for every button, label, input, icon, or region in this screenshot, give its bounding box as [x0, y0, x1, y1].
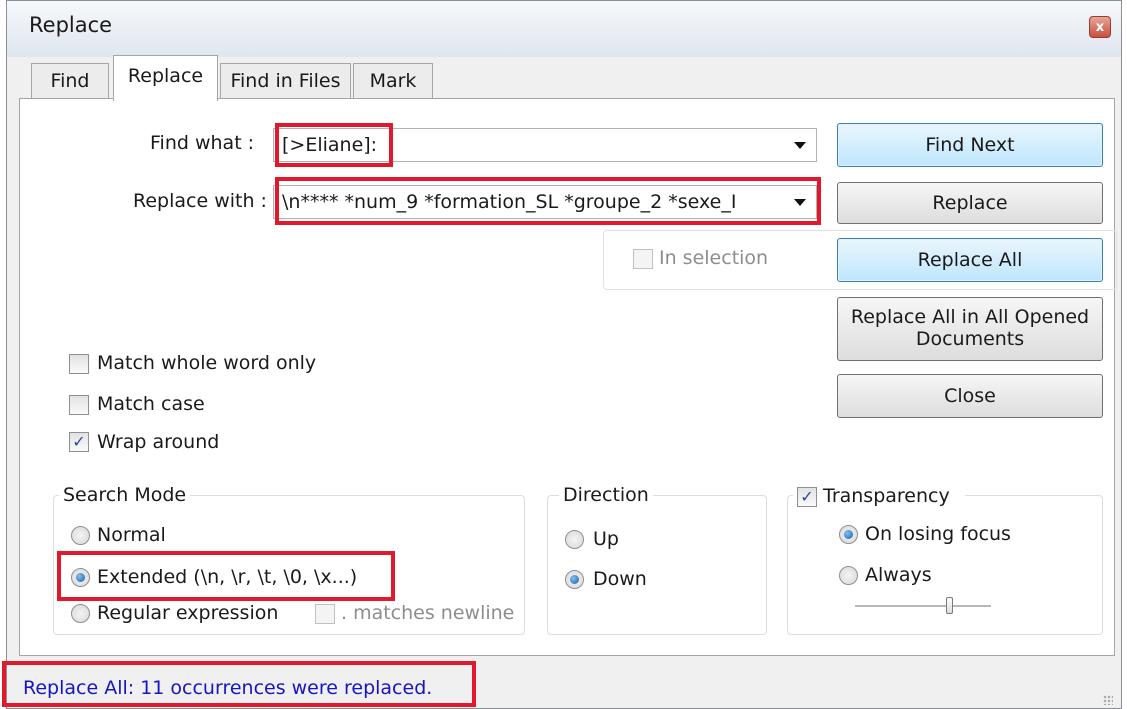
replace-all-opened-button[interactable]: Replace All in All Opened Documents: [837, 297, 1103, 361]
wrap-around-checkbox[interactable]: ✓: [69, 432, 89, 452]
direction-title: Direction: [559, 484, 653, 506]
on-losing-focus-label: On losing focus: [865, 523, 1011, 545]
wrap-around-label: Wrap around: [97, 431, 220, 453]
replace-dialog: Replace x Find Replace Find in Files Mar…: [6, 0, 1122, 709]
highlight-find-what: [275, 123, 393, 167]
match-whole-word-checkbox[interactable]: [69, 354, 89, 374]
replace-all-button[interactable]: Replace All: [837, 238, 1103, 282]
always-label: Always: [865, 564, 932, 586]
in-selection-checkbox[interactable]: [633, 249, 653, 269]
chevron-down-icon[interactable]: [794, 142, 806, 149]
replace-with-label: Replace with :: [133, 190, 267, 212]
close-button[interactable]: Close: [837, 374, 1103, 418]
find-next-button[interactable]: Find Next: [837, 123, 1103, 167]
direction-group: [547, 495, 767, 635]
direction-down-label: Down: [593, 568, 647, 590]
tab-mark[interactable]: Mark: [353, 63, 433, 99]
replace-button[interactable]: Replace: [837, 182, 1103, 224]
highlight-extended-mode: [57, 551, 395, 601]
tab-find[interactable]: Find: [31, 63, 109, 99]
direction-up-label: Up: [593, 528, 619, 550]
find-what-label: Find what :: [150, 132, 255, 154]
on-losing-focus-radio[interactable]: [839, 525, 858, 544]
title-bar[interactable]: Replace x: [7, 1, 1121, 57]
transparency-slider-thumb[interactable]: [946, 597, 953, 614]
matches-newline-label: . matches newline: [341, 602, 515, 624]
resize-grip-icon[interactable]: [1103, 695, 1113, 705]
normal-label: Normal: [97, 524, 166, 546]
regex-radio[interactable]: [71, 604, 90, 623]
search-mode-title: Search Mode: [59, 484, 191, 506]
close-icon[interactable]: x: [1089, 16, 1111, 38]
matches-newline-checkbox[interactable]: [315, 604, 335, 624]
transparency-checkbox[interactable]: ✓: [797, 487, 817, 507]
match-case-label: Match case: [97, 393, 205, 415]
highlight-status-message: [2, 661, 476, 707]
transparency-group: [787, 495, 1103, 635]
transparency-slider-track[interactable]: [855, 605, 991, 607]
tab-replace[interactable]: Replace: [113, 55, 218, 101]
tab-find-in-files[interactable]: Find in Files: [220, 63, 351, 99]
in-selection-label: In selection: [659, 247, 769, 269]
match-case-checkbox[interactable]: [69, 395, 89, 415]
normal-radio[interactable]: [71, 526, 90, 545]
transparency-title: Transparency: [823, 485, 950, 507]
direction-down-radio[interactable]: [565, 570, 584, 589]
always-radio[interactable]: [839, 566, 858, 585]
match-whole-word-label: Match whole word only: [97, 352, 317, 374]
window-title: Replace: [29, 13, 113, 37]
highlight-replace-with: [275, 177, 821, 225]
regex-label: Regular expression: [97, 602, 279, 624]
direction-up-radio[interactable]: [565, 530, 584, 549]
